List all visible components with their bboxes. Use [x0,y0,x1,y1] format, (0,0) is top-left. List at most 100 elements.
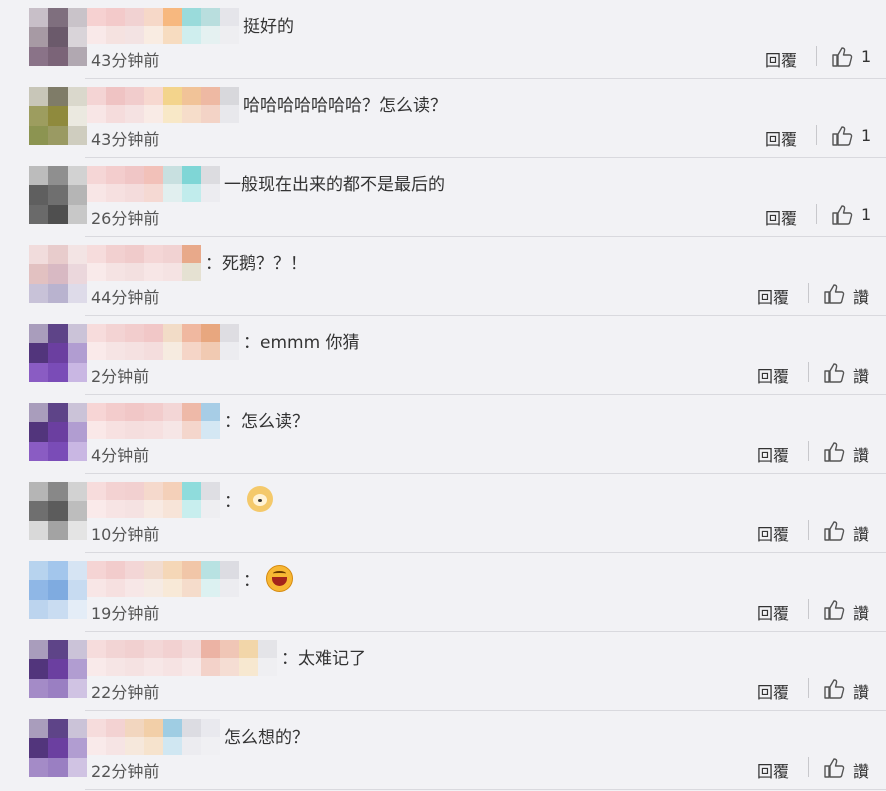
thumbs-up-icon[interactable] [823,757,845,779]
divider [808,362,809,382]
comment-item: ：死鹅？？！ 44分钟前 回覆 讚 [0,237,886,316]
divider [816,204,817,224]
avatar[interactable] [29,87,87,145]
avatar[interactable] [29,561,87,619]
timestamp: 44分钟前 [91,288,160,307]
thumbs-up-icon[interactable] [823,678,845,700]
thumbs-up-icon[interactable] [823,599,845,621]
laugh-emoji-icon [266,565,293,592]
timestamp: 43分钟前 [91,51,160,70]
avatar[interactable] [29,640,87,698]
like-label[interactable]: 讚 [853,363,869,387]
username-blurred[interactable] [87,8,239,44]
avatar[interactable] [29,403,87,461]
like-label[interactable]: 讚 [853,442,869,466]
comment-text-content: 怎么想的？ [224,728,309,748]
divider [808,283,809,303]
comment-text-content: ： [243,571,260,591]
reply-button[interactable]: 回覆 [765,126,797,150]
thumbs-up-icon[interactable] [823,441,845,463]
thumbs-up-icon[interactable] [823,520,845,542]
divider [816,125,817,145]
timestamp: 22分钟前 [91,683,160,702]
comment-text: ：怎么读？ [224,407,309,432]
timestamp: 2分钟前 [91,367,150,386]
comment-list: 挺好的 43分钟前 回覆 1 哈哈哈哈哈哈哈？怎么读？ 43分钟前 回覆 1 一般现在出来的都不… [0,0,886,791]
like-count[interactable]: 1 [861,47,871,66]
comment-item: ： 19分钟前 回覆 讚 [0,553,886,632]
reply-button[interactable]: 回覆 [757,363,789,387]
comment-item: 挺好的 43分钟前 回覆 1 [0,0,886,79]
reply-button[interactable]: 回覆 [765,47,797,71]
like-label[interactable]: 讚 [853,758,869,782]
comment-text: 挺好的 [243,12,294,37]
comment-text: 怎么想的？ [224,723,309,748]
comment-item: 怎么想的？ 22分钟前 回覆 讚 [0,711,886,790]
timestamp: 26分钟前 [91,209,160,228]
thumbs-up-icon[interactable] [823,362,845,384]
comment-text: ：太难记了 [281,644,366,669]
divider [808,678,809,698]
divider [808,757,809,777]
thumbs-up-icon[interactable] [831,125,853,147]
like-label[interactable]: 讚 [853,679,869,703]
comment-text-content: ： [224,491,241,512]
reply-button[interactable]: 回覆 [757,442,789,466]
reply-button[interactable]: 回覆 [757,600,789,624]
timestamp: 10分钟前 [91,525,160,544]
comment-text-content: 一般现在出来的都不是最后的 [224,175,445,195]
username-blurred[interactable] [87,403,220,439]
comment-text: 哈哈哈哈哈哈哈？怎么读？ [243,91,447,116]
thumbs-up-icon[interactable] [831,204,853,226]
comment-text: ：emmm 你猜 [243,328,360,353]
username-blurred[interactable] [87,561,239,597]
comment-item: ：emmm 你猜 2分钟前 回覆 讚 [0,316,886,395]
doge-emoji-icon [247,486,273,512]
thumbs-up-icon[interactable] [831,46,853,68]
avatar[interactable] [29,8,87,66]
like-count[interactable]: 1 [861,126,871,145]
comment-text: ： [243,565,293,592]
comment-text-content: 挺好的 [243,17,294,37]
timestamp: 19分钟前 [91,604,160,623]
comment-text-content: ：emmm 你猜 [243,333,360,353]
comment-item: ： 10分钟前 回覆 讚 [0,474,886,553]
comment-text-content: ：怎么读？ [224,412,309,432]
timestamp: 43分钟前 [91,130,160,149]
comment-text-content: ：太难记了 [281,649,366,669]
reply-button[interactable]: 回覆 [765,205,797,229]
comment-item: ：太难记了 22分钟前 回覆 讚 [0,632,886,711]
reply-button[interactable]: 回覆 [757,758,789,782]
like-label[interactable]: 讚 [853,600,869,624]
comment-text: 一般现在出来的都不是最后的 [224,170,445,195]
reply-button[interactable]: 回覆 [757,521,789,545]
username-blurred[interactable] [87,640,277,676]
timestamp: 22分钟前 [91,762,160,781]
like-label[interactable]: 讚 [853,521,869,545]
divider [816,46,817,66]
username-blurred[interactable] [87,482,220,518]
avatar[interactable] [29,324,87,382]
like-count[interactable]: 1 [861,205,871,224]
avatar[interactable] [29,166,87,224]
divider [808,441,809,461]
username-blurred[interactable] [87,245,201,281]
reply-button[interactable]: 回覆 [757,679,789,703]
thumbs-up-icon[interactable] [823,283,845,305]
like-label[interactable]: 讚 [853,284,869,308]
avatar[interactable] [29,245,87,303]
comment-text: ：死鹅？？！ [205,249,307,274]
avatar[interactable] [29,719,87,777]
username-blurred[interactable] [87,719,220,755]
divider [808,520,809,540]
username-blurred[interactable] [87,166,220,202]
comment-text-content: 哈哈哈哈哈哈哈？怎么读？ [243,96,447,116]
comment-item: ：怎么读？ 4分钟前 回覆 讚 [0,395,886,474]
comment-item: 哈哈哈哈哈哈哈？怎么读？ 43分钟前 回覆 1 [0,79,886,158]
avatar[interactable] [29,482,87,540]
username-blurred[interactable] [87,324,239,360]
comment-item: 一般现在出来的都不是最后的 26分钟前 回覆 1 [0,158,886,237]
reply-button[interactable]: 回覆 [757,284,789,308]
divider [808,599,809,619]
username-blurred[interactable] [87,87,239,123]
